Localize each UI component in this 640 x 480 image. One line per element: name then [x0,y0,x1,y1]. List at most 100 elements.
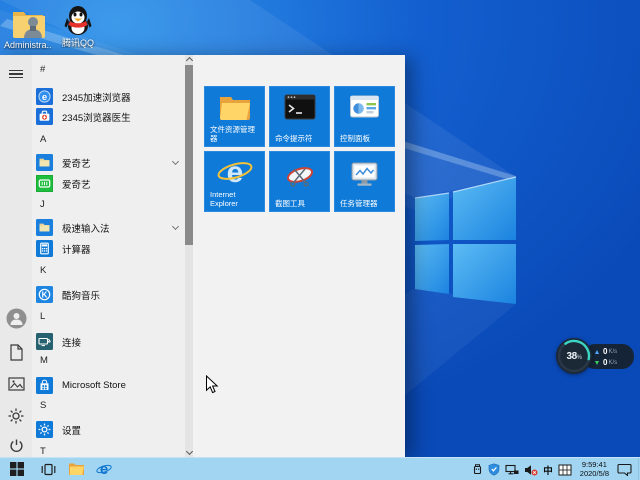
item-label: 连接 [62,337,82,349]
gear-icon[interactable] [0,403,32,429]
list-item-iqiyi-app[interactable]: 爱奇艺 [36,173,184,194]
taskbar: e 中 9:59:41 2020/5/8 [0,457,640,480]
ie-browser-icon: e [96,461,112,477]
internet-explorer-icon: e [205,156,264,188]
chevron-down-icon[interactable] [171,222,180,231]
scrollbar-thumb[interactable] [185,65,193,245]
download-arrow-icon [595,360,599,365]
kugou-icon: K [36,286,53,303]
scroll-down-icon[interactable] [185,447,193,456]
section-header[interactable]: L [40,309,45,325]
start-button[interactable] [0,458,34,480]
screen: Administra... 腾讯QQ # e 2345加速浏览器 2345浏览器… [0,0,640,480]
network-speed-widget[interactable]: 0 K/s 0 K/s 38% [556,338,636,374]
list-item-2345-doctor[interactable]: 2345浏览器医生 [36,106,184,127]
tile-label: 控制面板 [340,133,370,143]
list-item-calculator[interactable]: 计算器 [36,238,184,259]
folder-icon [36,154,53,171]
item-label: 极速输入法 [62,223,110,235]
tile-label: 命令提示符 [275,133,313,143]
download-value: 0 [603,358,608,367]
user-avatar[interactable] [0,305,32,331]
system-tray: 中 9:59:41 2020/5/8 [472,458,638,480]
clock-date: 2020/5/8 [579,468,609,478]
network-icon[interactable] [505,458,519,480]
memory-usage-circle[interactable]: 38% [556,338,592,374]
list-item-jisu-ime-folder[interactable]: 极速输入法 [36,217,184,238]
item-label: 计算器 [62,244,91,256]
settings-icon [36,421,53,438]
list-item-connect[interactable]: 连接 [36,331,184,352]
start-menu: # e 2345加速浏览器 2345浏览器医生 A 爱奇艺 爱奇艺 J 极速输入… [0,55,405,457]
svg-text:e: e [226,156,243,188]
iqiyi-icon [36,175,53,192]
desktop-icon-label: 腾讯QQ [61,38,94,48]
ime-pad-icon[interactable] [558,458,572,480]
windows-logo-icon [10,462,24,476]
tile-label: 文件资源管理器 [210,125,255,143]
start-app-list: # e 2345加速浏览器 2345浏览器医生 A 爱奇艺 爱奇艺 J 极速输入… [32,55,186,457]
qq-penguin-icon [54,4,102,36]
svg-text:e: e [100,461,108,477]
list-item-settings[interactable]: 设置 [36,419,184,440]
connect-icon [36,333,53,350]
task-manager-icon [335,161,394,188]
tile-file-explorer[interactable]: 文件资源管理器 [204,86,265,147]
upload-arrow-icon [595,349,599,354]
section-header[interactable]: A [40,132,46,148]
item-label: 2345加速浏览器 [62,92,131,104]
item-label: 爱奇艺 [62,179,91,191]
usb-icon[interactable] [472,458,483,480]
item-label: 设置 [62,425,82,437]
item-label: 2345浏览器医生 [62,112,131,124]
start-tiles-area: 文件资源管理器 命令提示符 控制面板 e Internet Explorer 截… [193,55,405,457]
upload-value: 0 [603,347,608,356]
svg-text:K: K [42,290,48,299]
start-list-scrollbar[interactable] [185,55,193,457]
upload-unit: K/s [608,348,618,355]
snipping-tool-icon [270,164,329,190]
desktop-icon-qq[interactable]: 腾讯QQ [54,4,102,48]
ime-language-indicator[interactable]: 中 [543,458,553,480]
action-center-icon[interactable] [617,458,632,480]
tile-label: 任务管理器 [340,198,378,208]
list-item-iqiyi-folder[interactable]: 爱奇艺 [36,152,184,173]
download-speed-row: 0 K/s [595,358,628,367]
section-header[interactable]: S [40,398,46,414]
hamburger-icon[interactable] [0,61,32,87]
file-explorer-button[interactable] [62,458,90,480]
2345-browser-icon: e [36,88,53,105]
item-label: Microsoft Store [62,380,126,391]
chevron-down-icon[interactable] [171,157,180,166]
taskbar-clock[interactable]: 9:59:41 2020/5/8 [579,460,609,478]
section-header[interactable]: J [40,197,45,213]
command-prompt-icon [270,94,329,120]
user-folder-icon [4,6,52,38]
store-icon [36,377,53,394]
tile-snipping-tool[interactable]: 截图工具 [269,151,330,212]
section-header[interactable]: K [40,263,46,279]
calculator-icon [36,240,53,257]
tile-control-panel[interactable]: 控制面板 [334,86,395,147]
section-header[interactable]: T [40,444,46,457]
task-view-icon [41,463,55,475]
power-icon[interactable] [0,433,32,459]
list-item-kugou[interactable]: K 酷狗音乐 [36,284,184,305]
list-item-microsoft-store[interactable]: Microsoft Store [36,375,184,396]
desktop-icon-administrator[interactable]: Administra... [4,6,52,50]
section-header[interactable]: # [40,62,45,78]
browser-button[interactable]: e [90,458,118,480]
tile-command-prompt[interactable]: 命令提示符 [269,86,330,147]
tile-internet-explorer[interactable]: e Internet Explorer [204,151,265,212]
tile-task-manager[interactable]: 任务管理器 [334,151,395,212]
section-header[interactable]: M [40,353,48,369]
volume-muted-icon[interactable] [524,458,538,480]
shield-icon[interactable] [488,458,500,480]
list-item-2345-browser[interactable]: e 2345加速浏览器 [36,86,184,107]
pictures-icon[interactable] [0,371,32,397]
scroll-up-icon[interactable] [185,56,193,65]
document-icon[interactable] [0,339,32,365]
svg-text:e: e [42,92,47,103]
file-explorer-icon [205,94,264,122]
task-view-button[interactable] [34,458,62,480]
